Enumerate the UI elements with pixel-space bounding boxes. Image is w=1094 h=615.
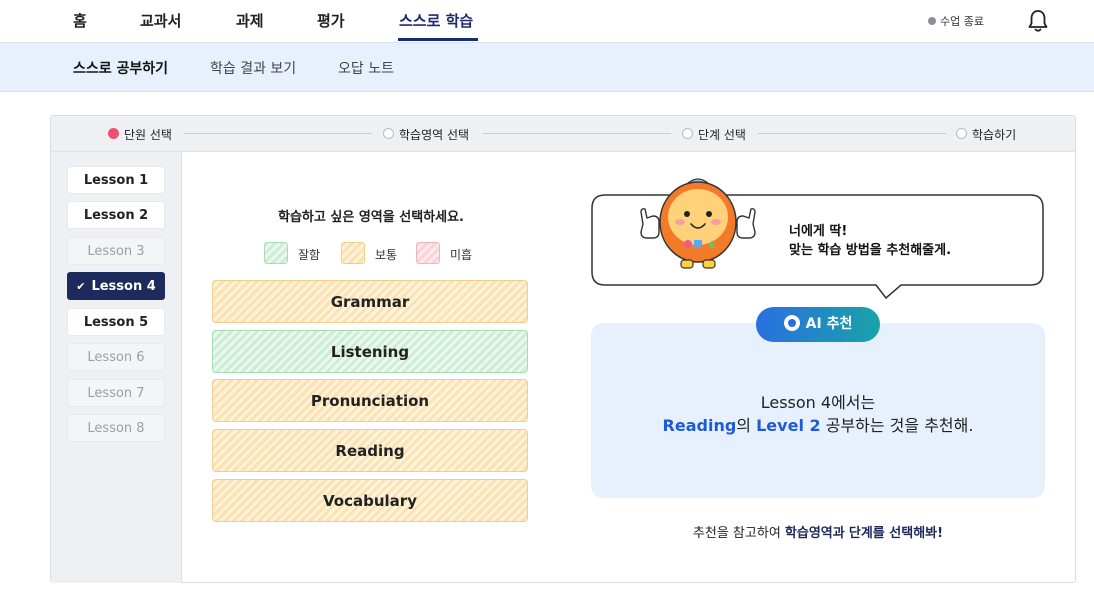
lesson-8-button: Lesson 8 <box>67 414 165 442</box>
progress-stepper: 단원 선택 학습영역 선택 단계 선택 학습하기 <box>51 116 1075 152</box>
step-indicator-icon <box>682 128 693 139</box>
lesson-3-button: Lesson 3 <box>67 237 165 265</box>
subtab-wrong-notes[interactable]: 오답 노트 <box>338 58 394 78</box>
speech-bubble: 너에게 딱! 맞는 학습 방법을 추천해줄게. <box>591 178 1045 300</box>
subtab-results[interactable]: 학습 결과 보기 <box>210 58 296 78</box>
area-reading-button[interactable]: Reading <box>212 429 528 472</box>
lesson-label: Lesson 6 <box>87 350 145 365</box>
subtab-self-study[interactable]: 스스로 공부하기 <box>73 58 168 78</box>
legend-label: 잘함 <box>298 248 321 262</box>
nav-assignment[interactable]: 과제 <box>236 10 264 31</box>
top-navigation: 홈 교과서 과제 평가 스스로 학습 수업 종료 <box>0 0 1094 42</box>
status-dot-icon <box>928 17 936 25</box>
area-prompt: 학습하고 싶은 영역을 선택하세요. <box>278 210 464 225</box>
area-label: Pronunciation <box>310 392 430 410</box>
step-unit: 단원 선택 <box>108 126 172 143</box>
nav-evaluation[interactable]: 평가 <box>317 10 345 31</box>
step-connector <box>483 133 671 134</box>
lesson-1-button[interactable]: Lesson 1 <box>67 166 165 194</box>
step-indicator-icon <box>108 128 119 139</box>
mascot-icon <box>640 178 756 269</box>
bell-icon[interactable] <box>1027 9 1049 33</box>
footer-text: 과 <box>832 526 845 541</box>
step-indicator-icon <box>383 128 394 139</box>
lesson-label: Lesson 8 <box>87 421 145 436</box>
area-listening-button[interactable]: Listening <box>212 330 528 373</box>
lesson-4-button[interactable]: ✔ Lesson 4 <box>67 272 165 300</box>
lesson-2-button[interactable]: Lesson 2 <box>67 201 165 229</box>
bubble-message: 너에게 딱! 맞는 학습 방법을 추천해줄게. <box>789 222 951 260</box>
lesson-list: Lesson 1 Lesson 2 Lesson 3 ✔ Lesson 4 Les… <box>51 152 182 583</box>
legend-swatch-good <box>264 242 288 264</box>
nav-self-study[interactable]: 스스로 학습 <box>399 10 473 31</box>
study-card: 단원 선택 학습영역 선택 단계 선택 학습하기 Lesson 1 Lesson… <box>50 115 1076 583</box>
step-indicator-icon <box>956 128 967 139</box>
bubble-line-1: 너에게 딱! <box>789 224 848 239</box>
particle-text: 의 <box>736 416 752 435</box>
recommended-area: Reading <box>662 416 737 435</box>
step-label: 학습영역 선택 <box>399 128 470 142</box>
end-class-button[interactable]: 수업 종료 <box>928 13 984 29</box>
end-class-label: 수업 종료 <box>940 15 984 28</box>
legend-label: 미흡 <box>450 248 473 262</box>
footer-text: 추천을 참고하여 <box>692 526 781 541</box>
lesson-label: Lesson 2 <box>83 208 149 223</box>
area-label: Listening <box>330 343 410 361</box>
area-label: Vocabulary <box>323 492 417 510</box>
lesson-label: Lesson 3 <box>87 244 145 259</box>
step-connector <box>758 133 946 134</box>
step-label: 학습하기 <box>972 128 1017 142</box>
step-connector <box>184 133 372 134</box>
footer-highlight-level: 단계 <box>848 526 873 541</box>
lesson-6-button: Lesson 6 <box>67 343 165 371</box>
area-label: Grammar <box>330 293 410 311</box>
legend-swatch-poor <box>416 242 440 264</box>
lesson-7-button: Lesson 7 <box>67 379 165 407</box>
area-label: Reading <box>335 442 405 460</box>
step-label: 단계 선택 <box>698 128 746 142</box>
step-level: 단계 선택 <box>682 126 746 143</box>
bubble-line-2: 맞는 학습 방법을 추천해줄게. <box>789 243 952 258</box>
lesson-label: Lesson 7 <box>87 386 145 401</box>
area-pronunciation-button[interactable]: Pronunciation <box>212 379 528 422</box>
legend-swatch-average <box>341 242 365 264</box>
step-label: 단원 선택 <box>124 128 172 142</box>
active-tab-underline <box>398 38 478 41</box>
area-vocabulary-button[interactable]: Vocabulary <box>212 479 528 522</box>
step-area: 학습영역 선택 <box>383 126 470 143</box>
lesson-label: Lesson 5 <box>83 315 149 330</box>
recommendation-rest: 공부하는 것을 추천해. <box>825 416 974 435</box>
recommendation-line-1: Lesson 4에서는 <box>760 393 876 412</box>
check-icon: ✔ <box>76 280 86 293</box>
sub-navigation: 스스로 공부하기 학습 결과 보기 오답 노트 <box>0 42 1094 92</box>
area-grammar-button[interactable]: Grammar <box>212 280 528 323</box>
ai-icon <box>783 315 800 331</box>
recommended-level: Level 2 <box>756 416 821 435</box>
step-learn: 학습하기 <box>956 126 1017 143</box>
ai-badge-label: AI 추천 <box>805 316 853 332</box>
legend-label: 보통 <box>375 248 398 262</box>
lesson-label: Lesson 4 <box>91 279 156 294</box>
footer-highlight-area: 학습영역 <box>784 526 833 541</box>
footer-guidance: 추천을 참고하여 학습영역과 단계를 선택해봐! <box>591 522 1045 541</box>
lesson-5-button[interactable]: Lesson 5 <box>67 308 165 336</box>
lesson-label: Lesson 1 <box>83 173 149 188</box>
nav-home[interactable]: 홈 <box>73 10 87 31</box>
recommendation-line-2: Reading의 Level 2 공부하는 것을 추천해. <box>591 412 1045 436</box>
footer-text: 를 선택해봐! <box>872 526 944 541</box>
ai-recommend-badge[interactable]: AI 추천 <box>756 307 880 342</box>
nav-textbook[interactable]: 교과서 <box>140 10 181 31</box>
